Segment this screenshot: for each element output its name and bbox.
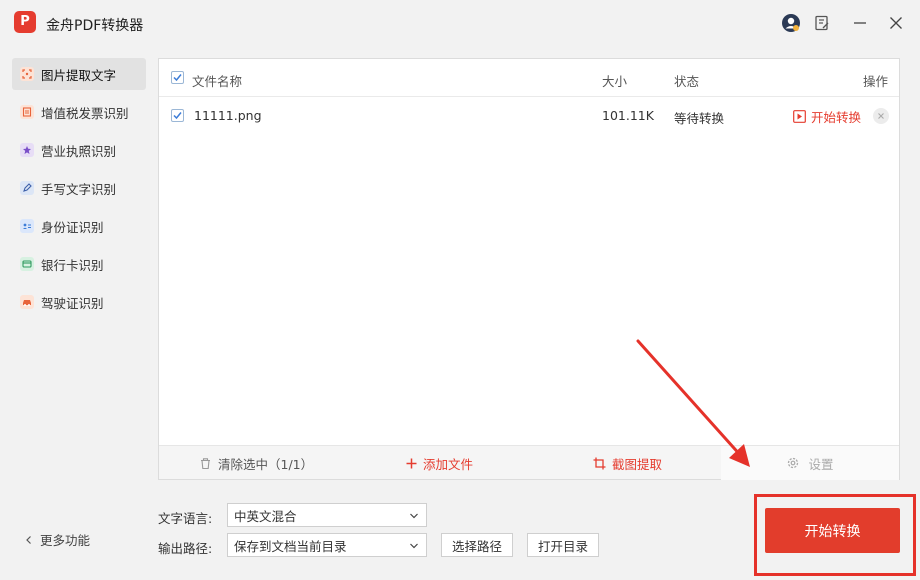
invoice-icon [20,105,34,119]
sidebar-item-license[interactable]: 营业执照识别 [12,134,146,166]
car-icon [20,295,34,309]
clear-selected-button[interactable]: 清除选中（1/1） [199,446,313,480]
app-logo-icon: P [14,11,36,33]
row-start-convert-button[interactable]: 开始转换 [793,107,861,126]
output-path-value: 保存到文档当前目录 [234,538,347,554]
feedback-icon[interactable] [812,13,832,33]
id-card-icon [20,219,34,233]
sidebar-item-label: 手写文字识别 [41,181,117,197]
play-icon [793,110,806,123]
annotation-arrow-icon [636,339,750,467]
license-icon [20,143,34,157]
chevron-left-icon [26,535,31,544]
gear-icon [788,457,799,469]
header-action: 操作 [863,74,889,89]
sidebar: 图片提取文字 增值税发票识别 营业执照识别 手写文字识别 身份证识别 银行卡识别 [0,48,158,580]
check-icon [173,74,182,82]
more-features-label: 更多功能 [40,533,91,548]
output-path-select[interactable]: 保存到文档当前目录 [227,533,427,557]
trash-icon [201,457,210,469]
sidebar-item-invoice[interactable]: 增值税发票识别 [12,96,146,128]
title-bar: P 金舟PDF转换器 [0,0,920,48]
sidebar-item-label: 身份证识别 [41,219,104,235]
start-convert-button[interactable]: 开始转换 [765,508,900,553]
bank-card-icon [20,257,34,271]
select-all-checkbox[interactable] [171,71,184,84]
open-directory-button[interactable]: 打开目录 [527,533,599,557]
chevron-down-icon [410,543,418,549]
row-checkbox[interactable] [171,109,184,122]
row-start-convert-label: 开始转换 [811,110,862,125]
table-row: 11111.png 101.11K 等待转换 开始转换 [159,98,899,134]
language-label: 文字语言: [158,511,213,526]
chevron-down-icon [410,513,418,519]
file-size: 101.11K [602,108,654,123]
file-status: 等待转换 [674,111,725,126]
sidebar-item-label: 驾驶证识别 [41,295,104,311]
pen-icon [20,181,34,195]
sidebar-item-bank-card[interactable]: 银行卡识别 [12,248,146,280]
sidebar-item-label: 增值税发票识别 [41,105,129,121]
sidebar-item-label: 营业执照识别 [41,143,117,159]
language-select[interactable]: 中英文混合 [227,503,427,527]
file-list-panel: 文件名称 大小 状态 操作 11111.png 101.11K 等待转换 开始转… [158,58,900,480]
more-features-link[interactable]: 更多功能 [24,530,90,549]
table-header: 文件名称 大小 状态 操作 [159,59,899,97]
app-title: 金舟PDF转换器 [46,18,144,34]
settings-label: 设置 [808,456,834,472]
sidebar-item-label: 银行卡识别 [41,257,104,273]
add-file-label: 添加文件 [423,456,474,472]
sidebar-item-id-card[interactable]: 身份证识别 [12,210,146,242]
output-path-label: 输出路径: [158,541,213,556]
sidebar-item-handwriting[interactable]: 手写文字识别 [12,172,146,204]
row-delete-button[interactable] [873,108,889,124]
sidebar-item-label: 图片提取文字 [41,67,117,83]
file-name: 11111.png [194,108,262,123]
panel-toolbar: 清除选中（1/1） 添加文件 截图提取 设置 [159,445,899,480]
add-file-button[interactable]: 添加文件 [406,446,473,480]
header-size: 大小 [602,74,628,89]
crop-icon [593,457,606,469]
close-icon[interactable] [886,13,906,33]
choose-path-button[interactable]: 选择路径 [441,533,513,557]
minimize-icon[interactable] [850,13,870,33]
header-name: 文件名称 [192,74,243,89]
account-icon[interactable] [781,13,801,33]
sidebar-item-driver-license[interactable]: 驾驶证识别 [12,286,146,318]
language-value: 中英文混合 [234,508,297,524]
plus-icon [406,458,417,468]
check-icon [173,112,182,120]
image-text-icon [20,67,34,81]
sidebar-item-image-text[interactable]: 图片提取文字 [12,58,146,90]
header-status: 状态 [674,74,700,89]
clear-selected-label: 清除选中（1/1） [218,456,314,472]
close-icon [878,113,884,119]
